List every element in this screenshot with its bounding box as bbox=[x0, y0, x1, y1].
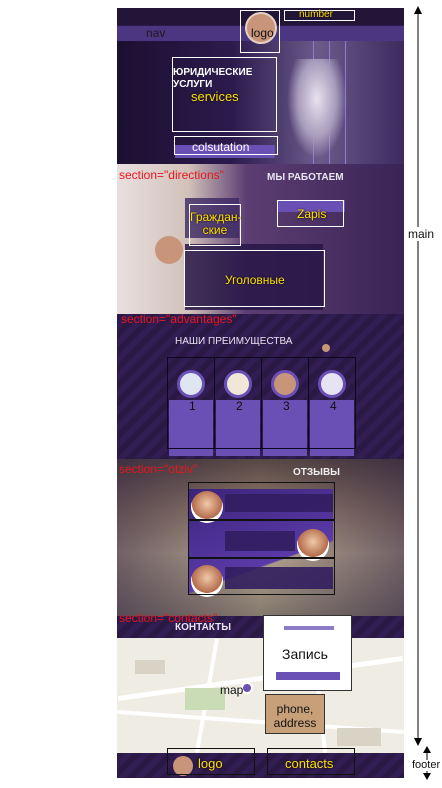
section-contacts-label: section="contacts" bbox=[119, 611, 218, 625]
consultation-label: colsutation bbox=[192, 140, 250, 154]
main-label: main bbox=[408, 227, 435, 241]
advantage-number-3: 3 bbox=[283, 399, 290, 413]
logo-top-label: logo bbox=[251, 26, 274, 40]
advantage-number-1: 1 bbox=[189, 399, 196, 413]
review-box-3 bbox=[188, 558, 335, 595]
footer-label: footer bbox=[412, 759, 441, 771]
footer-contacts-label: contacts bbox=[285, 756, 334, 771]
advantage-number-4: 4 bbox=[330, 399, 337, 413]
scales-icon bbox=[155, 236, 183, 264]
zapis-label: Zapis bbox=[297, 207, 327, 221]
ugolovnye-label: Уголовные bbox=[225, 273, 285, 287]
advantages-title: НАШИ ПРЕИМУЩЕСТВА bbox=[175, 336, 293, 347]
nav-label: nav bbox=[146, 26, 166, 40]
main-dimension-arrow bbox=[414, 6, 422, 746]
footer-logo-label: logo bbox=[198, 756, 223, 771]
zapis-form-label: Запись bbox=[282, 646, 328, 662]
grazhdanskie-label: Граждан- ские bbox=[190, 210, 242, 238]
map-label: map bbox=[220, 683, 244, 697]
footer-section bbox=[117, 753, 404, 778]
section-otziv-label: section="otziv" bbox=[119, 462, 198, 476]
advantage-number-2: 2 bbox=[236, 399, 243, 413]
services-label: services bbox=[191, 89, 239, 104]
themis-statue-image bbox=[287, 59, 347, 159]
review-box-1 bbox=[188, 482, 335, 520]
section-directions-label: section="directions" bbox=[119, 168, 224, 182]
decor-dot-icon bbox=[322, 344, 330, 352]
phone-address-label: phone, address bbox=[273, 702, 317, 730]
section-advantages-label: section="advantages" bbox=[121, 312, 237, 326]
review-box-2 bbox=[188, 520, 335, 558]
directions-title: МЫ РАБОТАЕМ bbox=[267, 172, 344, 183]
map-area[interactable] bbox=[117, 638, 404, 753]
number-label: number bbox=[299, 9, 333, 20]
otziv-title: ОТЗЫВЫ bbox=[293, 467, 340, 478]
